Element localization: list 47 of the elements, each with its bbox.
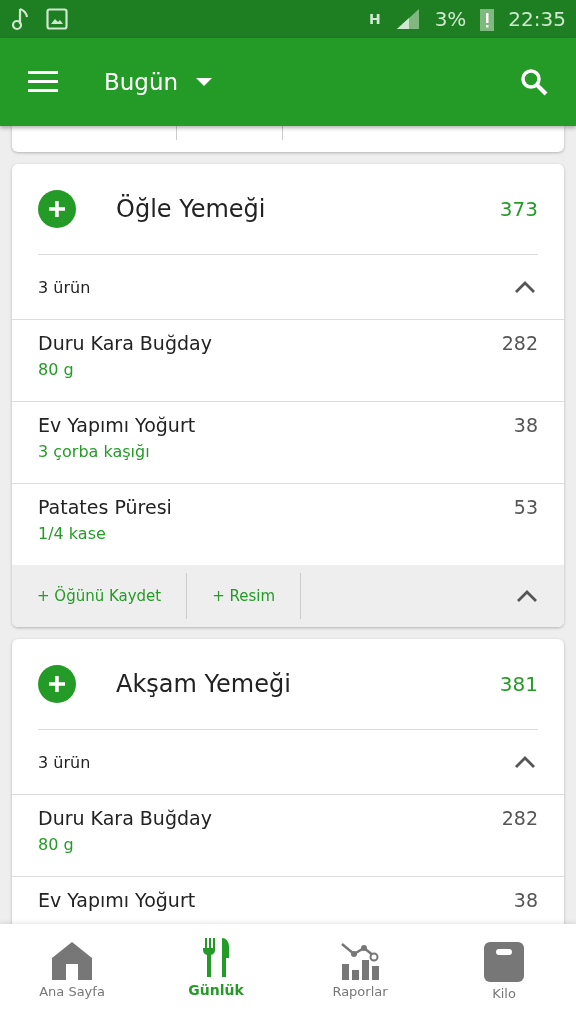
food-amount: 80 g — [38, 360, 75, 379]
nav-tab[interactable]: Raporlar — [288, 924, 432, 1024]
network-type: H — [368, 11, 381, 27]
chevron-icon[interactable] — [514, 756, 536, 768]
fork-knife-icon — [202, 938, 230, 978]
food-item[interactable]: Duru Kara Buğday 80 g 282 — [12, 794, 564, 876]
action-button[interactable]: + Resim — [187, 573, 302, 619]
food-calories: 53 — [513, 496, 538, 520]
date-selector[interactable]: Bugün — [104, 69, 179, 95]
battery-percent: 3% — [434, 7, 467, 31]
nav-tab[interactable]: Kilo — [432, 924, 576, 1024]
dropdown-caret-icon[interactable] — [196, 78, 213, 86]
food-amount: 80 g — [38, 835, 75, 854]
image-icon — [46, 8, 68, 30]
add-food-button[interactable] — [38, 665, 76, 703]
food-name: Ev Yapımı Yoğurt — [38, 889, 196, 911]
add-food-button[interactable] — [38, 190, 76, 228]
food-name: Patates Püresi — [38, 496, 172, 518]
search-icon[interactable] — [520, 68, 548, 96]
nav-tab[interactable]: Ana Sayfa — [0, 924, 144, 1024]
food-item[interactable]: Duru Kara Buğday 80 g 282 — [12, 319, 564, 401]
action-button[interactable]: + Öğünü Kaydet — [12, 573, 188, 619]
item-count: 3 ürün — [38, 277, 91, 297]
chevron-icon[interactable] — [514, 281, 536, 293]
food-name: Ev Yapımı Yoğurt — [38, 414, 196, 436]
chevron-icon[interactable] — [516, 590, 538, 602]
food-calories: 38 — [513, 889, 538, 913]
food-calories: 282 — [501, 807, 538, 831]
meal-calories: 381 — [499, 672, 538, 696]
food-amount: 3 çorba kaşığı — [38, 442, 151, 461]
food-name: Duru Kara Buğday — [38, 332, 212, 354]
food-calories: 282 — [501, 332, 538, 356]
clock: 22:35 — [508, 7, 566, 31]
chart-icon — [340, 942, 380, 980]
food-item[interactable]: Ev Yapımı Yoğurt 3 çorba kaşığı 38 — [12, 401, 564, 483]
meal-calories: 373 — [499, 197, 538, 221]
food-amount: 1/4 kase — [38, 524, 107, 543]
menu-icon[interactable] — [28, 71, 58, 93]
food-name: Duru Kara Buğday — [38, 807, 212, 829]
food-calories: 38 — [513, 414, 538, 438]
scale-icon — [484, 942, 524, 982]
meal-name: Öğle Yemeği — [116, 195, 266, 223]
nav-tab[interactable]: Günlük — [144, 924, 288, 1024]
item-count: 3 ürün — [38, 752, 91, 772]
battery-alert-icon — [480, 7, 495, 31]
meal-name: Akşam Yemeği — [116, 670, 291, 698]
house-icon — [52, 942, 92, 980]
